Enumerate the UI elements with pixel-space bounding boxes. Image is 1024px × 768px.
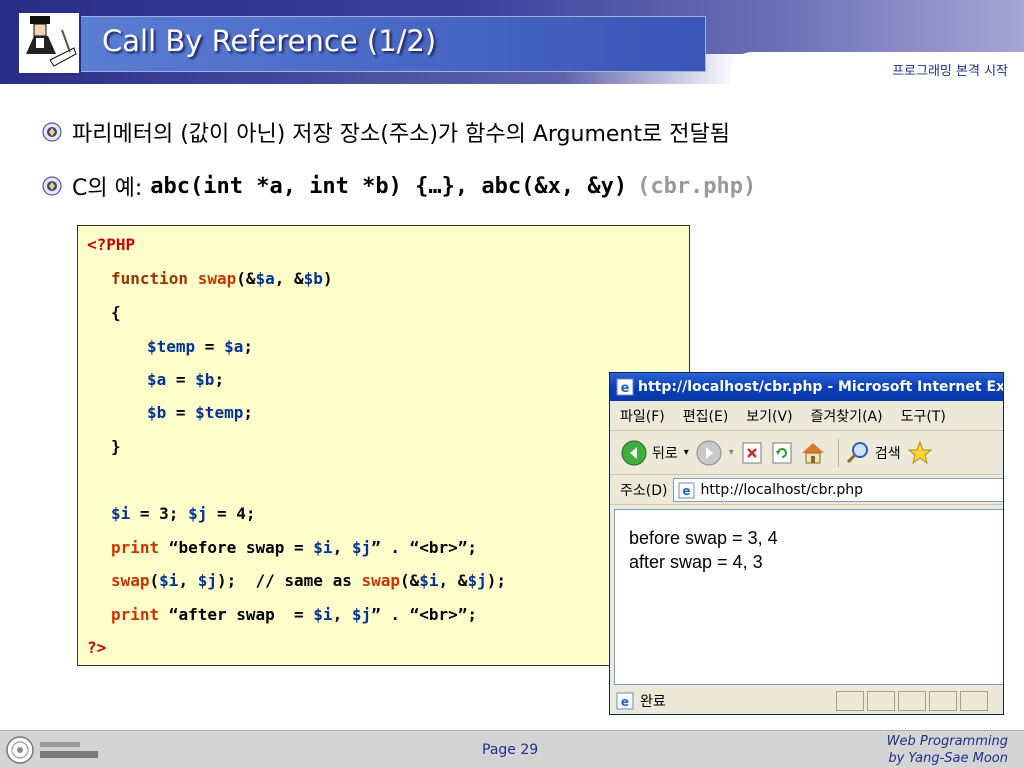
code-line: }: [111, 437, 121, 456]
browser-window: e http://localhost/cbr.php - Microsoft I…: [609, 372, 1004, 715]
back-label: 뒤로: [652, 445, 678, 462]
presenter-clipart-icon: [17, 11, 81, 75]
slide-header: Call By Reference (1/2) 프로그래밍 본격 시작: [0, 0, 1024, 86]
code-example: abc(int *a, int *b) {…}, abc(&x, &y): [150, 173, 628, 199]
status-bar: e 완료: [610, 687, 1003, 714]
browser-toolbar: 뒤로 ▾ ▾ 검색: [610, 431, 1003, 475]
svg-text:e: e: [683, 484, 691, 498]
status-text: 완료: [640, 694, 666, 710]
bullet-item: C의 예: abc(int *a, int *b) {…}, abc(&x, &…: [42, 170, 756, 202]
file-name: (cbr.php): [637, 173, 757, 199]
back-button[interactable]: 뒤로 ▾: [620, 439, 689, 467]
forward-button[interactable]: ▾: [695, 439, 734, 467]
output-line: before swap = 3, 4: [629, 528, 778, 548]
search-button[interactable]: 검색: [845, 440, 901, 466]
browser-title-bar[interactable]: e http://localhost/cbr.php - Microsoft I…: [610, 373, 1004, 401]
refresh-button[interactable]: [770, 441, 794, 465]
code-line: print “after swap = $i, $j” . “<br>”;: [111, 605, 478, 624]
forward-arrow-icon: [696, 440, 722, 465]
ie-page-icon: e: [678, 482, 695, 498]
home-icon: [801, 442, 824, 463]
search-icon: [846, 441, 868, 463]
output-line: after swap = 4, 3: [629, 552, 763, 572]
browser-title-text: http://localhost/cbr.php - Microsoft Int…: [638, 379, 1004, 395]
chevron-down-icon: ▾: [683, 447, 689, 458]
address-label: 주소(D): [620, 482, 668, 499]
page-number: Page 29: [482, 742, 539, 758]
menu-file[interactable]: 파일(F): [620, 406, 665, 426]
code-line: $a = $b;: [147, 370, 225, 389]
stop-button[interactable]: [740, 441, 764, 465]
code-line: <?PHP: [87, 235, 136, 254]
refresh-icon: [772, 442, 792, 463]
menu-favorites[interactable]: 즐겨찾기(A): [811, 406, 883, 426]
code-listing: <?PHP function swap(&$a, &$b) { $temp = …: [77, 225, 690, 666]
code-line: $i = 3; $j = 4;: [111, 504, 256, 523]
slide-footer: Page 29 Web Programming by Yang-Sae Moon: [0, 730, 1024, 768]
svg-text:e: e: [621, 695, 629, 709]
code-line: print “before swap = $i, $j” . “<br>”;: [111, 538, 478, 557]
footer-credit: Web Programming by Yang-Sae Moon: [886, 734, 1008, 766]
menu-tools[interactable]: 도구(T): [901, 406, 946, 426]
address-bar: 주소(D) e http://localhost/cbr.php: [610, 475, 1003, 505]
address-input[interactable]: e http://localhost/cbr.php: [673, 477, 1003, 502]
code-line: swap($i, $j); // same as swap(&$i, &$j);: [111, 571, 506, 590]
stop-icon: [742, 442, 762, 463]
page-viewport: before swap = 3, 4 after swap = 4, 3: [614, 509, 1003, 685]
code-line: ?>: [87, 638, 107, 657]
section-subtitle: 프로그래밍 본격 시작: [892, 64, 1008, 79]
address-value: http://localhost/cbr.php: [700, 481, 864, 498]
back-arrow-icon: [621, 440, 647, 465]
menu-view[interactable]: 보기(V): [746, 406, 792, 426]
ie-icon: e: [616, 378, 634, 396]
university-emblem-icon: [42, 122, 62, 142]
page-title: Call By Reference (1/2): [102, 24, 437, 58]
bullet-text: C의 예:: [72, 176, 143, 201]
menu-bar: 파일(F) 편집(E) 보기(V) 즐겨찾기(A) 도구(T): [610, 401, 1003, 431]
university-logo-icon: [6, 736, 98, 764]
svg-text:e: e: [621, 381, 630, 396]
university-emblem-icon: [42, 176, 62, 196]
favorites-button[interactable]: [907, 440, 933, 466]
ie-page-icon: e: [616, 692, 634, 710]
menu-edit[interactable]: 편집(E): [683, 406, 729, 426]
code-line: {: [111, 303, 121, 322]
bullet-text: 파리메터의 (값이 아닌) 저장 장소(주소)가 함수의 Argument로 전…: [72, 122, 730, 147]
code-line: $temp = $a;: [147, 337, 253, 356]
code-line: function swap(&$a, &$b): [111, 269, 333, 288]
chevron-down-icon: ▾: [728, 447, 734, 458]
search-label: 검색: [874, 445, 901, 462]
star-icon: [907, 440, 932, 464]
bullet-item: 파리메터의 (값이 아닌) 저장 장소(주소)가 함수의 Argument로 전…: [42, 116, 730, 148]
code-line: $b = $temp;: [147, 403, 253, 422]
home-button[interactable]: [800, 441, 826, 465]
